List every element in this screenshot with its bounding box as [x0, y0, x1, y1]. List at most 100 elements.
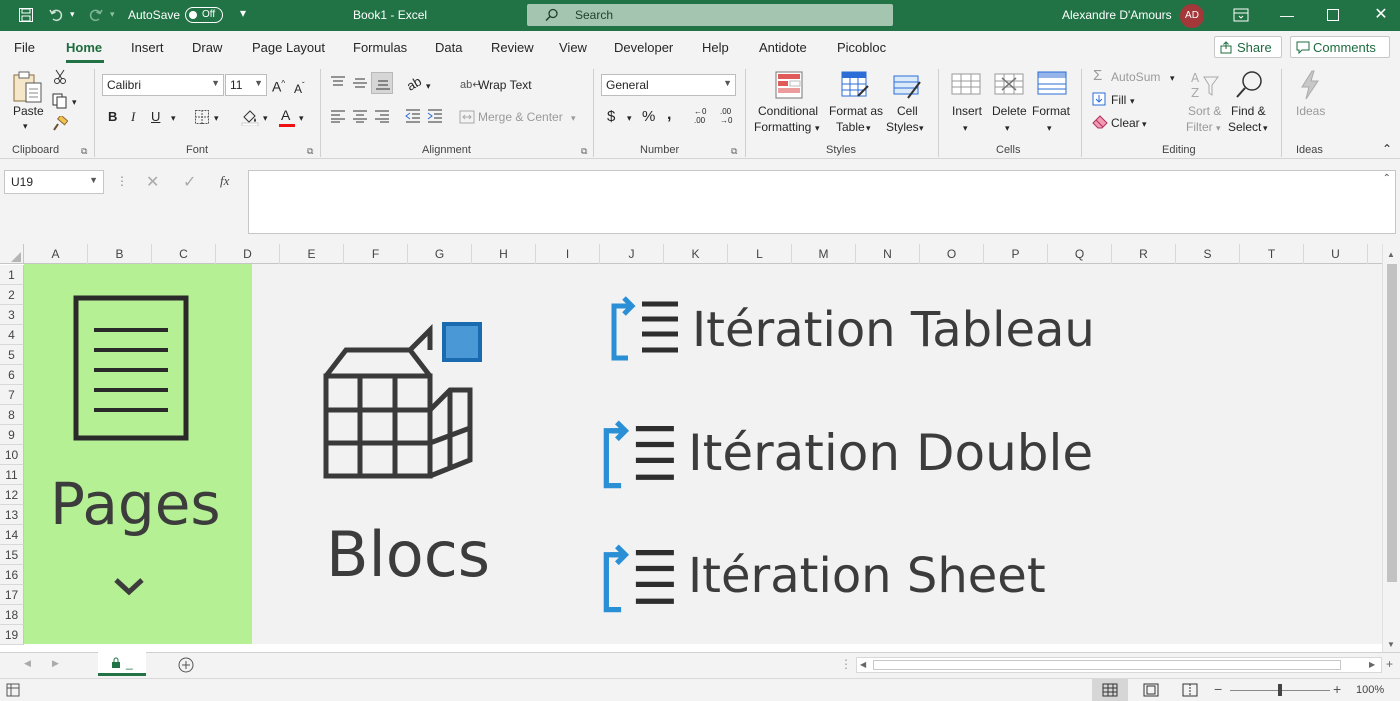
font-size-select[interactable]: 11 ▼: [225, 74, 267, 96]
page-break-preview-icon[interactable]: [1182, 683, 1198, 697]
search-box[interactable]: Search: [527, 4, 893, 26]
increase-font-size-icon[interactable]: A^: [272, 76, 285, 95]
sort-filter-label-1[interactable]: Sort &: [1188, 103, 1221, 119]
tab-review[interactable]: Review: [491, 40, 534, 55]
avatar[interactable]: AD: [1180, 4, 1204, 28]
autosum-label[interactable]: AutoSum: [1111, 69, 1160, 85]
conditional-formatting-dropdown-icon[interactable]: ▾: [815, 120, 820, 136]
row-header-15[interactable]: 15: [0, 545, 24, 565]
column-header-d[interactable]: D: [216, 244, 280, 264]
paste-icon[interactable]: [12, 69, 44, 105]
row-header-9[interactable]: 9: [0, 425, 24, 445]
sort-filter-dropdown-icon[interactable]: ▾: [1216, 120, 1221, 136]
align-left-icon[interactable]: [330, 109, 346, 123]
row-header-18[interactable]: 18: [0, 605, 24, 625]
scroll-right-icon[interactable]: ▶: [1369, 660, 1375, 669]
row-header-1[interactable]: 1: [0, 265, 24, 285]
decrease-indent-icon[interactable]: [405, 109, 421, 123]
font-color-dropdown-icon[interactable]: ▾: [299, 110, 304, 126]
cell-styles-label-2[interactable]: Styles: [886, 119, 919, 135]
number-format-select[interactable]: General ▼: [601, 74, 736, 96]
ribbon-display-options-icon[interactable]: [1233, 8, 1249, 22]
format-as-table-icon[interactable]: [840, 70, 870, 100]
format-cells-dropdown-icon[interactable]: ▾: [1047, 120, 1052, 136]
clipboard-launcher-icon[interactable]: ⧉: [81, 143, 87, 159]
sort-filter-label-2[interactable]: Filter: [1186, 119, 1213, 135]
splitter-icon[interactable]: ⋮: [840, 657, 852, 671]
share-button[interactable]: Share: [1214, 36, 1282, 58]
horizontal-scrollbar[interactable]: ◀ ▶: [856, 657, 1382, 673]
find-select-dropdown-icon[interactable]: ▾: [1263, 120, 1268, 136]
borders-dropdown-icon[interactable]: ▾: [214, 110, 219, 126]
format-cells-icon[interactable]: [1036, 68, 1068, 98]
row-header-14[interactable]: 14: [0, 525, 24, 545]
column-header-a[interactable]: A: [24, 244, 88, 264]
orientation-dropdown-icon[interactable]: ▾: [426, 78, 431, 94]
clear-dropdown-icon[interactable]: ▾: [1142, 116, 1147, 132]
row-header-12[interactable]: 12: [0, 485, 24, 505]
cell-mode-icon[interactable]: [6, 683, 20, 697]
row-header-10[interactable]: 10: [0, 445, 24, 465]
copy-dropdown-icon[interactable]: ▾: [72, 94, 77, 110]
column-header-t[interactable]: T: [1240, 244, 1304, 264]
comma-style-icon[interactable]: ,: [667, 107, 671, 123]
more-options-icon[interactable]: ⋮: [116, 174, 128, 188]
vertical-scrollbar[interactable]: ▲ ▼: [1382, 244, 1400, 652]
fill-down-icon[interactable]: [1092, 92, 1106, 106]
collapse-ribbon-icon[interactable]: ⌃: [1382, 141, 1392, 157]
format-cells-label[interactable]: Format: [1032, 103, 1070, 119]
delete-cells-label[interactable]: Delete: [992, 103, 1027, 119]
accounting-dropdown-icon[interactable]: ▾: [627, 110, 632, 126]
row-header-11[interactable]: 11: [0, 465, 24, 485]
tab-page-layout[interactable]: Page Layout: [252, 40, 325, 55]
bold-button[interactable]: B: [108, 109, 117, 125]
column-header-l[interactable]: L: [728, 244, 792, 264]
increase-indent-icon[interactable]: [427, 109, 443, 123]
merge-center-dropdown-icon[interactable]: ▾: [571, 110, 576, 126]
format-painter-icon[interactable]: [52, 116, 68, 132]
zoom-slider-thumb[interactable]: [1278, 684, 1282, 696]
wrap-text-label[interactable]: Wrap Text: [478, 77, 532, 93]
row-header-6[interactable]: 6: [0, 365, 24, 385]
column-header-j[interactable]: J: [600, 244, 664, 264]
tab-home[interactable]: Home: [66, 40, 102, 55]
formula-input[interactable]: ⌃: [248, 170, 1396, 234]
zoom-in-icon[interactable]: +: [1333, 681, 1341, 697]
top-align-icon[interactable]: [330, 76, 346, 90]
cell-styles-icon[interactable]: [892, 70, 922, 100]
percent-style-icon[interactable]: %: [642, 109, 655, 125]
row-header-5[interactable]: 5: [0, 345, 24, 365]
fill-dropdown-icon[interactable]: ▾: [1130, 93, 1135, 109]
customize-toolbar-icon[interactable]: ▾: [240, 6, 246, 20]
middle-align-icon[interactable]: [352, 76, 368, 90]
chevron-down-icon[interactable]: ▼: [89, 175, 98, 185]
vertical-scroll-thumb[interactable]: [1387, 264, 1397, 582]
find-select-icon[interactable]: [1234, 69, 1266, 101]
worksheet-grid[interactable]: ABCDEFGHIJKLMNOPQRSTU 1 2 3 4 5 6 7 8 9 10 11 12 13 1…: [0, 244, 1400, 652]
column-header-f[interactable]: F: [344, 244, 408, 264]
format-as-table-label-1[interactable]: Format as: [829, 103, 883, 119]
underline-dropdown-icon[interactable]: ▾: [171, 110, 176, 126]
tab-help[interactable]: Help: [702, 40, 729, 55]
column-header-c[interactable]: C: [152, 244, 216, 264]
tab-view[interactable]: View: [559, 40, 587, 55]
orientation-icon[interactable]: ab: [404, 73, 425, 94]
autosave-toggle[interactable]: Off: [185, 7, 223, 23]
cancel-icon[interactable]: ✕: [146, 172, 159, 192]
column-header-p[interactable]: P: [984, 244, 1048, 264]
scroll-down-icon[interactable]: ▼: [1387, 640, 1395, 649]
cut-icon[interactable]: [53, 69, 67, 85]
column-header-i[interactable]: I: [536, 244, 600, 264]
row-header-16[interactable]: 16: [0, 565, 24, 585]
autosum-icon[interactable]: Σ: [1093, 68, 1102, 84]
paste-dropdown-icon[interactable]: ▾: [23, 118, 28, 134]
horizontal-scroll-thumb[interactable]: [873, 660, 1341, 670]
copy-icon[interactable]: [52, 93, 68, 109]
format-as-table-dropdown-icon[interactable]: ▾: [866, 120, 871, 136]
user-name[interactable]: Alexandre D'Amours: [1062, 8, 1172, 22]
tab-antidote[interactable]: Antidote: [759, 40, 807, 55]
conditional-formatting-label-1[interactable]: Conditional: [758, 103, 818, 119]
find-select-label-2[interactable]: Select: [1228, 119, 1261, 135]
column-header-s[interactable]: S: [1176, 244, 1240, 264]
redo-icon[interactable]: [88, 7, 104, 23]
